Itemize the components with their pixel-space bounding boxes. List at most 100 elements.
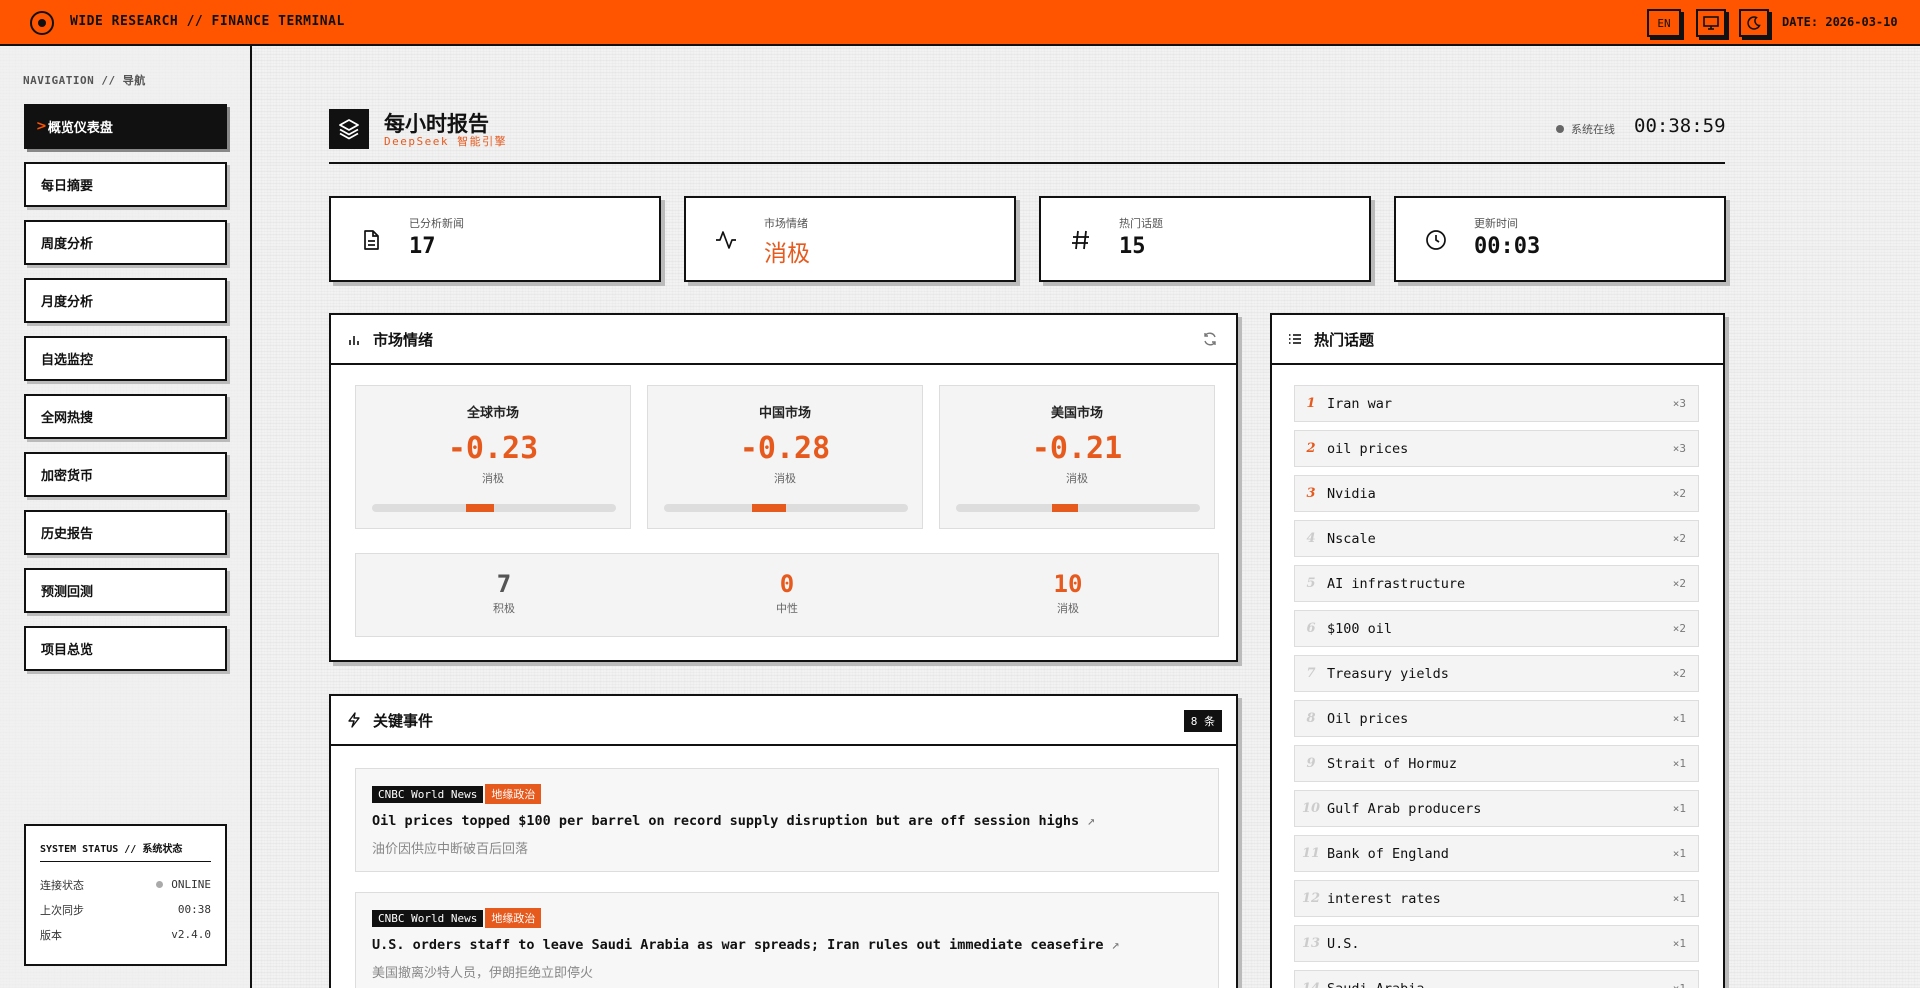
market-score: -0.23	[447, 431, 539, 466]
nav-item-weekly[interactable]: 周度分析	[24, 220, 227, 265]
layers-icon	[329, 109, 369, 149]
topic-count: ×1	[1672, 757, 1686, 770]
topic-rank: 6	[1306, 621, 1316, 636]
topic-name: Iran war	[1327, 395, 1393, 412]
topic-item[interactable]: 3 Nvidia ×2	[1294, 475, 1699, 512]
count-negative: 10 消极	[1053, 570, 1083, 615]
topic-item[interactable]: 2 oil prices ×3	[1294, 430, 1699, 467]
market-card-us: 美国市场 -0.21 消极	[939, 385, 1215, 529]
nav-item-projects[interactable]: 项目总览	[24, 626, 227, 671]
stat-card-updated: 更新时间 00:03	[1394, 196, 1726, 282]
nav-item-monthly[interactable]: 月度分析	[24, 278, 227, 323]
event-item[interactable]: CNBC World News 地缘政治 U.S. orders staff to…	[355, 892, 1219, 988]
topic-count: ×1	[1672, 892, 1686, 905]
logo-icon	[30, 11, 54, 35]
status-row-connection: 连接状态 ONLINE	[40, 878, 211, 892]
topic-item[interactable]: 8 Oil prices ×1	[1294, 700, 1699, 737]
event-translation: 油价因供应中断破百后回落	[372, 842, 529, 857]
nav-item-watchlist[interactable]: 自选监控	[24, 336, 227, 381]
nav-item-trending[interactable]: 全网热搜	[24, 394, 227, 439]
topic-name: Oil prices	[1327, 710, 1409, 727]
stat-value-sentiment: 消极	[764, 241, 810, 267]
external-link-icon[interactable]: ↗	[1112, 937, 1120, 953]
nav-item-crypto[interactable]: 加密货币	[24, 452, 227, 497]
topic-item[interactable]: 6 $100 oil ×2	[1294, 610, 1699, 647]
topic-name: Nvidia	[1327, 485, 1376, 502]
topic-rank: 10	[1301, 801, 1321, 816]
topic-rank: 4	[1306, 531, 1316, 546]
topic-item[interactable]: 1 Iran war ×3	[1294, 385, 1699, 422]
topic-rank: 2	[1306, 441, 1316, 456]
topic-name: AI infrastructure	[1327, 575, 1466, 592]
refresh-icon[interactable]	[1202, 331, 1218, 347]
external-link-icon[interactable]: ↗	[1087, 813, 1095, 829]
topic-name: Bank of England	[1327, 845, 1449, 862]
events-panel-header: 关键事件 8 条	[331, 696, 1236, 746]
topic-rank: 9	[1306, 756, 1316, 771]
monitor-icon	[1703, 16, 1719, 30]
nav-item-history[interactable]: 历史报告	[24, 510, 227, 555]
topic-name: Saudi Arabia	[1327, 981, 1673, 988]
topic-rank: 12	[1301, 891, 1321, 906]
event-translation: 美国撤离沙特人员，伊朗拒绝立即停火	[372, 966, 594, 981]
document-icon	[364, 230, 379, 250]
topic-item[interactable]: 9 Strait of Hormuz ×1	[1294, 745, 1699, 782]
topic-item[interactable]: 13 U.S. ×1	[1294, 925, 1699, 962]
sentiment-bar	[956, 504, 1200, 512]
current-date: DATE: 2026-03-10	[1782, 15, 1898, 29]
system-status-title: SYSTEM STATUS // 系统状态	[40, 840, 211, 862]
sentiment-bar	[664, 504, 908, 512]
topic-name: Treasury yields	[1327, 665, 1449, 682]
language-button[interactable]: EN	[1647, 9, 1681, 37]
topics-panel-title: 热门话题	[1314, 330, 1375, 349]
sidebar: NAVIGATION // 导航 > 概览仪表盘 每日摘要 周度分析 月度分析 自…	[0, 46, 252, 988]
monitor-button[interactable]	[1696, 9, 1726, 37]
topic-rank: 11	[1301, 846, 1321, 861]
topic-count: ×2	[1672, 532, 1686, 545]
clock-icon	[1426, 230, 1446, 250]
source-tag: CNBC World News	[372, 910, 484, 927]
topic-count: ×1	[1672, 712, 1686, 725]
nav-item-backtest[interactable]: 预测回测	[24, 568, 227, 613]
count-positive: 7 积极	[493, 570, 515, 615]
theme-toggle-button[interactable]	[1739, 9, 1769, 37]
status-row-sync: 上次同步 00:38	[40, 903, 211, 917]
online-indicator: 系统在线	[1556, 121, 1615, 137]
event-title[interactable]: U.S. orders staff to leave Saudi Arabia …	[372, 937, 1202, 953]
event-item[interactable]: CNBC World News 地缘政治 Oil prices topped $1…	[355, 768, 1219, 872]
topic-name: interest rates	[1327, 890, 1441, 907]
topic-count: ×2	[1672, 622, 1686, 635]
live-clock: 00:38:59	[1634, 115, 1726, 137]
topic-name: Nscale	[1327, 530, 1376, 547]
system-status-panel: SYSTEM STATUS // 系统状态 连接状态 ONLINE 上次同步 0…	[24, 824, 227, 966]
nav-item-overview[interactable]: > 概览仪表盘	[24, 104, 227, 149]
topic-name: U.S.	[1327, 935, 1360, 952]
topic-count: ×1	[1672, 937, 1686, 950]
topic-count: ×2	[1672, 487, 1686, 500]
topic-count: ×3	[1672, 397, 1686, 410]
event-title[interactable]: Oil prices topped $100 per barrel on rec…	[372, 813, 1202, 829]
topic-item[interactable]: 12 interest rates ×1	[1294, 880, 1699, 917]
app-title: WIDE RESEARCH // FINANCE TERMINAL	[70, 14, 345, 29]
topic-item[interactable]: 14Saudi Arabia×1	[1294, 970, 1699, 988]
topic-item[interactable]: 4 Nscale ×2	[1294, 520, 1699, 557]
stat-value-updated: 00:03	[1474, 234, 1541, 259]
topic-item[interactable]: 11 Bank of England ×1	[1294, 835, 1699, 872]
header-divider	[329, 162, 1725, 164]
sentiment-bar-fill	[465, 504, 494, 512]
topic-rank: 13	[1301, 936, 1321, 951]
online-dot-icon	[1556, 125, 1564, 133]
topic-item[interactable]: 7 Treasury yields ×2	[1294, 655, 1699, 692]
topic-item[interactable]: 10 Gulf Arab producers ×1	[1294, 790, 1699, 827]
topic-rank: 8	[1306, 711, 1316, 726]
nav-item-daily[interactable]: 每日摘要	[24, 162, 227, 207]
topic-rank: 5	[1306, 576, 1316, 591]
topic-name: oil prices	[1327, 440, 1409, 457]
hash-icon	[1072, 230, 1089, 250]
category-tag: 地缘政治	[485, 908, 542, 928]
caret-icon: >	[36, 119, 47, 134]
topic-item[interactable]: 5 AI infrastructure ×2	[1294, 565, 1699, 602]
topic-count: ×1	[1673, 982, 1686, 988]
stat-value-topics: 15	[1119, 234, 1146, 259]
topic-rank: 14	[1295, 981, 1327, 988]
